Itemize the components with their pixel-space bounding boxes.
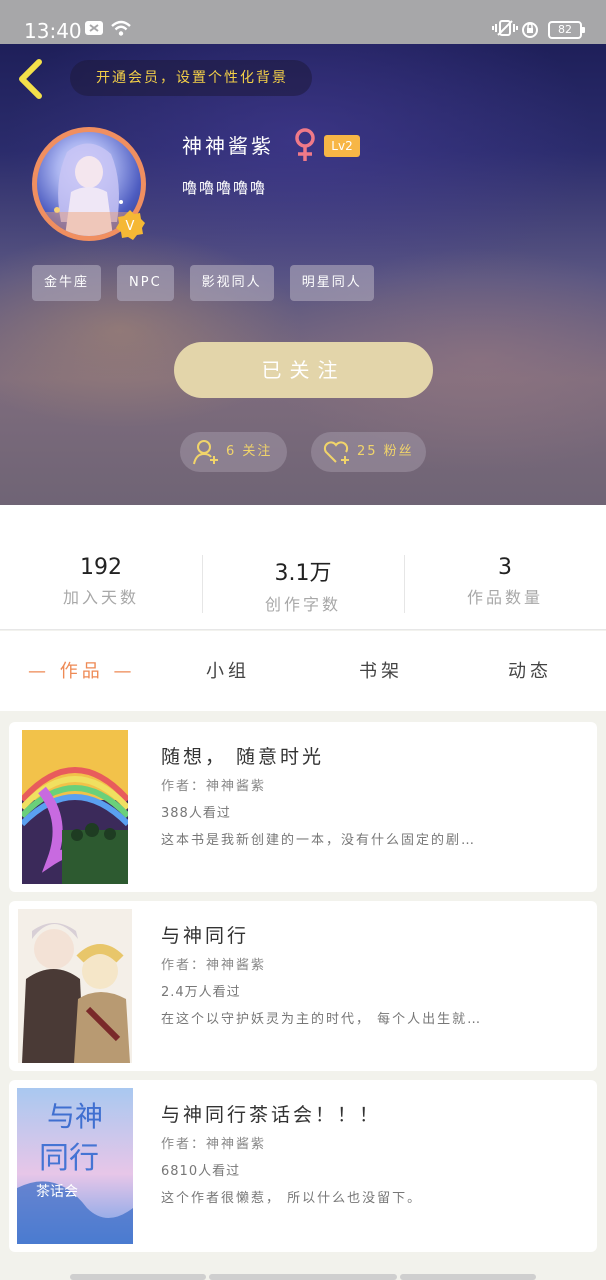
followers-count: 25 粉丝: [357, 444, 414, 459]
profile-header: 13:40 82 开通会员，设置个性化背景 V 神神酱紫 Lv2 嚕嚕嚕嚕嚕 金…: [0, 0, 606, 505]
stat-value: 3: [498, 555, 512, 580]
user-add-icon: [193, 440, 218, 465]
signature: 嚕嚕嚕嚕嚕: [182, 179, 268, 197]
nav-indicator: [400, 1274, 536, 1280]
book-cover[interactable]: [18, 909, 132, 1063]
status-bar: 13:40 82: [0, 0, 606, 44]
tab-activity[interactable]: 动态: [508, 657, 552, 683]
username: 神神酱紫: [182, 134, 274, 158]
tag-item[interactable]: NPC: [117, 265, 174, 301]
verified-v-icon: V: [114, 209, 146, 241]
wifi-icon: [110, 19, 132, 43]
book-title[interactable]: 随想， 随意时光: [161, 742, 324, 769]
book-description: 这个作者很懒惹， 所以什么也没留下。: [161, 1191, 423, 1206]
stat-label: 加入天数: [62, 588, 139, 607]
book-item[interactable]: 与神同行 作者：神神酱紫 2.4万人看过 在这个以守护妖灵为主的时代， 每个人出…: [9, 901, 597, 1071]
book-cover[interactable]: [22, 730, 128, 884]
following-button[interactable]: 6 关注: [180, 432, 287, 472]
stat-label: 作品数量: [466, 588, 543, 607]
alarm-icon: [520, 19, 540, 45]
battery-indicator: 82: [548, 21, 585, 39]
svg-text:茶话会: 茶话会: [36, 1184, 78, 1200]
book-description: 这本书是我新创建的一本，没有什么固定的剧…: [161, 833, 477, 848]
stats-row: 192 加入天数 3.1万 创作字数 3 作品数量: [0, 505, 606, 630]
vibrate-icon: [492, 19, 518, 43]
tab-works[interactable]: — 作品 —: [28, 657, 135, 683]
stat-word-count: 3.1万 创作字数: [202, 555, 404, 615]
svg-text:同行: 同行: [39, 1141, 99, 1176]
status-time: 13:40: [24, 19, 82, 43]
book-author: 作者：神神酱紫: [161, 1137, 267, 1152]
book-title[interactable]: 与神同行: [161, 921, 249, 948]
svg-text:V: V: [126, 219, 135, 234]
book-item[interactable]: 随想， 随意时光 作者：神神酱紫 388人看过 这本书是我新创建的一本，没有什么…: [9, 722, 597, 892]
stat-join-days: 192 加入天数: [0, 555, 202, 608]
cover-artwork: 与神 同行 茶话会: [17, 1088, 133, 1244]
tab-groups[interactable]: 小组: [206, 657, 250, 683]
tag-item[interactable]: 金牛座: [32, 265, 102, 301]
book-views: 2.4万人看过: [161, 985, 241, 1000]
stat-works-count: 3 作品数量: [404, 555, 606, 608]
back-button[interactable]: [14, 58, 48, 100]
female-gender-icon: [292, 127, 318, 163]
stat-value: 3.1万: [274, 561, 332, 586]
stat-value: 192: [80, 555, 122, 580]
book-description: 在这个以守护妖灵为主的时代， 每个人出生就…: [161, 1012, 483, 1027]
book-views: 388人看过: [161, 806, 231, 821]
book-author: 作者：神神酱紫: [161, 779, 267, 794]
heart-add-icon: [323, 441, 349, 464]
nav-indicator: [209, 1274, 397, 1280]
stat-label: 创作字数: [264, 595, 341, 614]
book-cover[interactable]: 与神 同行 茶话会: [17, 1088, 133, 1244]
follow-button[interactable]: 已关注: [174, 342, 433, 398]
tag-item[interactable]: 影视同人: [189, 265, 274, 301]
book-author: 作者：神神酱紫: [161, 958, 267, 973]
level-badge: Lv2: [324, 135, 360, 157]
vip-banner[interactable]: 开通会员，设置个性化背景: [70, 60, 312, 96]
tag-item[interactable]: 明星同人: [289, 265, 374, 301]
book-title[interactable]: 与神同行茶话会！！！: [161, 1100, 381, 1127]
nav-indicator: [70, 1274, 206, 1280]
following-count: 6 关注: [226, 444, 273, 459]
followers-button[interactable]: 25 粉丝: [311, 432, 426, 472]
book-views: 6810人看过: [161, 1164, 241, 1179]
tab-bookshelf[interactable]: 书架: [359, 657, 403, 683]
notification-icon: [84, 19, 104, 43]
tag-list: 金牛座 NPC 影视同人 明星同人: [32, 265, 374, 301]
tab-bar: — 作品 — 小组 书架 动态: [0, 631, 606, 711]
svg-text:与神: 与神: [47, 1100, 103, 1133]
book-item[interactable]: 与神 同行 茶话会 与神同行茶话会！！！ 作者：神神酱紫 6810人看过 这个作…: [9, 1080, 597, 1252]
